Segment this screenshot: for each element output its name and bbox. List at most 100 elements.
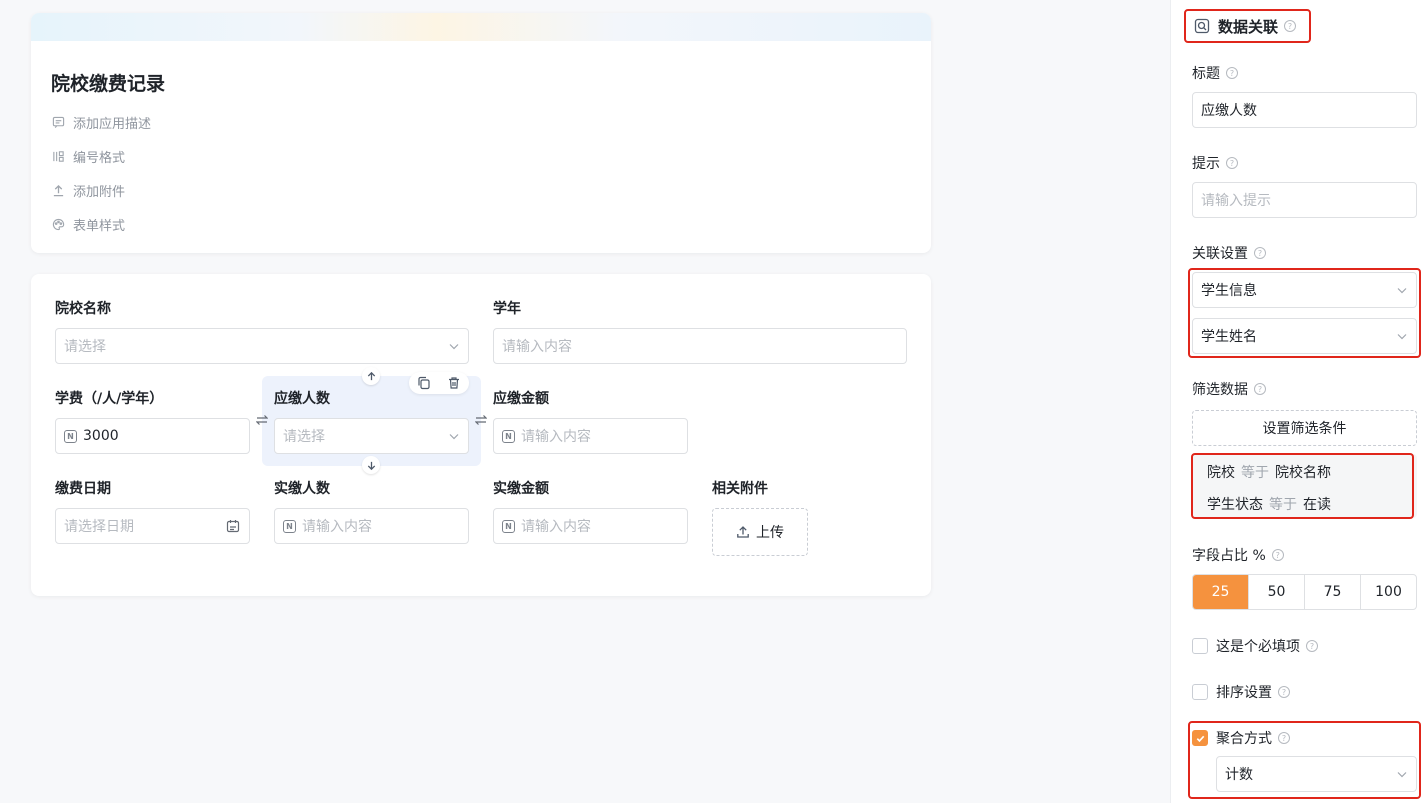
help-icon[interactable]: ? [1278,732,1290,744]
calendar-icon [226,520,240,533]
copy-icon[interactable] [417,376,431,390]
sort-option[interactable]: 排序设置 ? [1192,682,1290,702]
relation-label: 关联设置 ? [1192,244,1266,262]
paid-count-input[interactable]: N 请输入内容 [274,508,469,544]
tuition-value: 3000 [83,428,119,444]
relation-field-select[interactable]: 学生姓名 [1192,318,1417,354]
paid-amount-label: 实缴金额 [493,481,549,497]
tuition-label: 学费（/人/学年） [55,391,164,407]
set-filter-label: 设置筛选条件 [1262,421,1347,437]
help-icon[interactable]: ? [1271,549,1284,561]
field-paid-amount: 实缴金额 N 请输入内容 [493,480,688,544]
required-option[interactable]: 这是个必填项 ? [1192,636,1318,656]
hint-input-placeholder: 请输入提示 [1201,193,1271,209]
help-icon[interactable]: ? [1306,640,1318,652]
paid-count-label: 实缴人数 [274,481,330,497]
ratio-segmented-control: 25 50 75 100 [1192,574,1417,610]
app-header-card: 院校缴费记录 添加应用描述 编号格式 添加附件 表单样式 [31,13,931,253]
paid-amount-input[interactable]: N 请输入内容 [493,508,688,544]
hint-input[interactable]: 请输入提示 [1192,182,1417,218]
chevron-down-icon [1397,288,1407,294]
upload-button[interactable]: 上传 [712,508,808,556]
arrow-down-icon [367,461,375,470]
panel-title: 数据关联 ? [1184,9,1311,43]
aggregate-option[interactable]: 聚合方式 ? [1192,728,1290,748]
number-icon: N [283,519,296,533]
properties-panel: 数据关联 ? 标题 ? 应缴人数 提示 ? 请输入提示 关联设置 ? 学生信息 … [1170,0,1427,803]
form-style-link[interactable]: 表单样式 [51,215,125,234]
ratio-option-50[interactable]: 50 [1248,575,1304,609]
payable-count-select[interactable]: 请选择 [274,418,469,454]
form-style-label: 表单样式 [73,219,126,234]
help-icon[interactable]: ? [1278,686,1290,698]
chevron-down-icon [449,344,459,350]
paid-count-placeholder: 请输入内容 [302,519,372,535]
swap-right-icon[interactable] [475,414,487,426]
sort-label: 排序设置 [1216,685,1272,701]
ratio-option-75[interactable]: 75 [1304,575,1360,609]
add-description-label: 添加应用描述 [73,117,152,132]
ratio-label: 字段占比 % ? [1192,546,1284,564]
move-up-button[interactable] [362,367,380,385]
payable-amount-label: 应缴金额 [493,391,549,407]
ratio-option-25[interactable]: 25 [1193,575,1248,609]
field-attachments: 相关附件 [712,480,832,508]
add-description-link[interactable]: 添加应用描述 [51,113,151,132]
data-relation-icon [1194,18,1210,34]
payable-count-placeholder: 请选择 [283,429,325,445]
payable-amount-input[interactable]: N 请输入内容 [493,418,688,454]
filter-highlight-box [1191,453,1414,519]
number-format-label: 编号格式 [73,151,126,166]
pay-date-placeholder: 请选择日期 [64,519,134,535]
school-year-input[interactable]: 请输入内容 [493,328,907,364]
delete-icon[interactable] [447,376,461,390]
filter-label-text: 筛选数据 [1192,382,1248,398]
sort-checkbox[interactable] [1192,684,1208,700]
help-icon[interactable]: ? [1226,67,1238,79]
title-input[interactable]: 应缴人数 [1192,92,1417,128]
upload-icon [737,526,749,538]
ratio-option-100[interactable]: 100 [1360,575,1416,609]
pay-date-label: 缴费日期 [55,481,111,497]
field-payable-count: 应缴人数 请选择 [274,390,469,454]
help-icon[interactable]: ? [1226,157,1238,169]
pay-date-picker[interactable]: 请选择日期 [55,508,250,544]
school-year-label: 学年 [493,301,521,317]
arrow-up-icon [367,371,375,380]
chevron-down-icon [1397,772,1407,778]
number-icon: N [64,429,77,443]
number-format-icon [51,150,65,164]
set-filter-button[interactable]: 设置筛选条件 [1192,410,1417,446]
chevron-down-icon [1397,334,1407,340]
help-icon[interactable]: ? [1284,20,1297,32]
upload-label: 上传 [756,525,784,541]
aggregate-select[interactable]: 计数 [1216,756,1417,792]
tuition-input[interactable]: N 3000 [55,418,250,454]
help-icon[interactable]: ? [1254,247,1266,259]
required-checkbox[interactable] [1192,638,1208,654]
school-name-label: 院校名称 [55,301,111,317]
relation-field-value: 学生姓名 [1201,329,1257,345]
field-school-name: 院校名称 请选择 [55,300,469,364]
chevron-down-icon [449,434,459,440]
title-input-value: 应缴人数 [1201,103,1257,119]
help-icon[interactable]: ? [1254,383,1266,395]
swap-left-icon[interactable] [256,414,268,426]
field-school-year: 学年 请输入内容 [493,300,907,364]
number-icon: N [502,519,515,533]
header-gradient [31,13,931,41]
number-format-link[interactable]: 编号格式 [51,147,125,166]
school-name-placeholder: 请选择 [64,339,106,355]
app-title[interactable]: 院校缴费记录 [51,69,165,96]
check-icon [1196,735,1204,742]
title-field-label: 标题 ? [1192,64,1238,82]
move-down-button[interactable] [362,456,380,474]
number-icon: N [502,429,515,443]
attachments-label: 相关附件 [712,481,768,497]
add-attachment-link[interactable]: 添加附件 [51,181,125,200]
school-name-select[interactable]: 请选择 [55,328,469,364]
aggregate-checkbox[interactable] [1192,730,1208,746]
relation-source-select[interactable]: 学生信息 [1192,272,1417,308]
form-canvas: 院校缴费记录 添加应用描述 编号格式 添加附件 表单样式 院校名称 请选择 学年… [0,0,1170,803]
payable-count-label: 应缴人数 [274,391,330,407]
